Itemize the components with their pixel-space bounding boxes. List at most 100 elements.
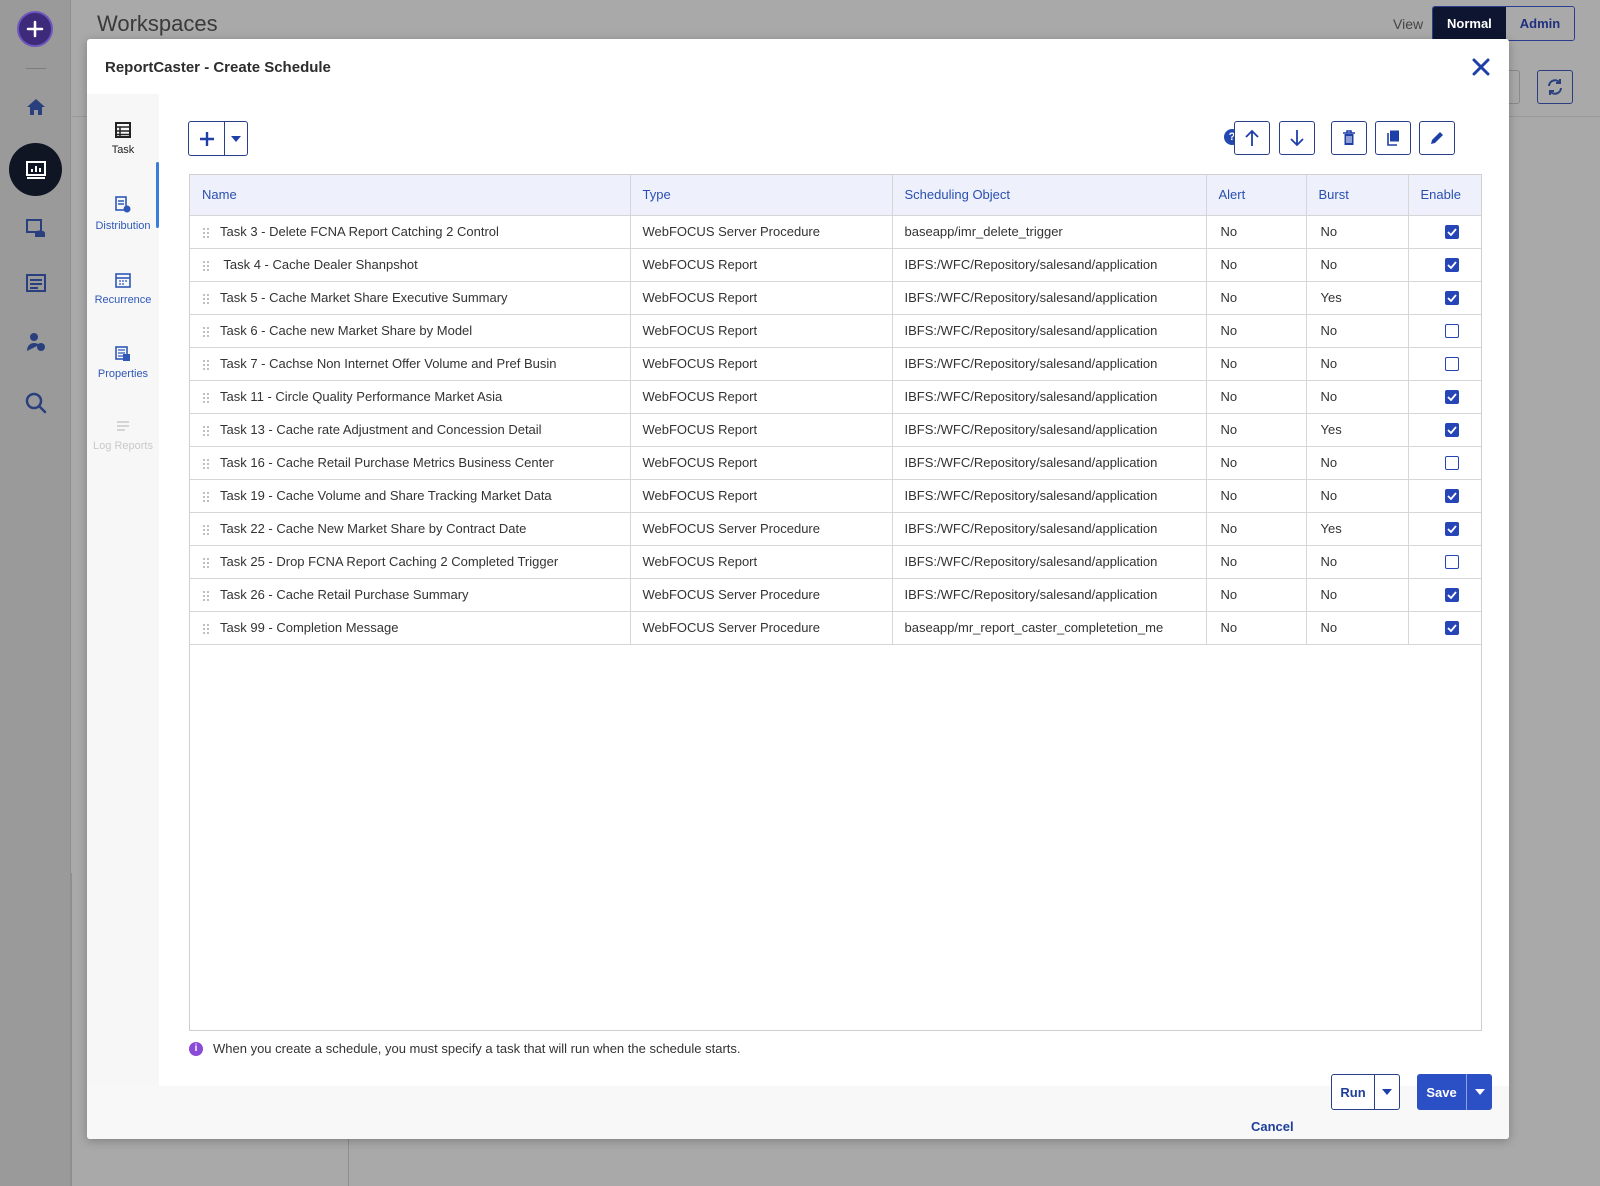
enable-checkbox[interactable]: [1444, 489, 1459, 504]
column-header-type[interactable]: Type: [630, 175, 893, 216]
scheduling-object-cell: IBFS:/WFC/Repository/salesand/applicatio…: [892, 413, 1207, 447]
column-header-name[interactable]: Name: [190, 175, 631, 216]
burst-cell-text: No: [1320, 554, 1338, 569]
enable-checkbox[interactable]: [1444, 621, 1459, 636]
drag-handle-icon[interactable]: [202, 556, 210, 569]
enable-cell: [1408, 248, 1481, 282]
scheduling-object-cell: IBFS:/WFC/Repository/salesand/applicatio…: [892, 512, 1207, 546]
caret-down-icon: [1382, 1089, 1392, 1095]
column-header-alert[interactable]: Alert: [1206, 175, 1307, 216]
save-dropdown[interactable]: [1467, 1074, 1492, 1110]
task-type-cell: WebFOCUS Report: [630, 248, 893, 282]
rail-search[interactable]: [0, 383, 71, 423]
view-normal-button[interactable]: Normal: [1433, 7, 1506, 40]
alert-cell: No: [1206, 281, 1307, 315]
task-name-cell-text: Task 22 - Cache New Market Share by Cont…: [220, 521, 527, 536]
task-type-cell-text: WebFOCUS Server Procedure: [642, 620, 821, 635]
move-down-icon: [1290, 130, 1304, 147]
table-row[interactable]: Task 26 - Cache Retail Purchase Summary W…: [190, 578, 1481, 612]
drag-handle-icon[interactable]: [202, 358, 210, 371]
table-row[interactable]: Task 25 - Drop FCNA Report Caching 2 Com…: [190, 545, 1481, 579]
column-header-enable[interactable]: Enable: [1408, 175, 1481, 216]
nav-item-recurrence[interactable]: Recurrence: [87, 272, 159, 306]
table-row[interactable]: Task 3 - Delete FCNA Report Catching 2 C…: [190, 215, 1481, 249]
table-row[interactable]: Task 11 - Circle Quality Performance Mar…: [190, 380, 1481, 414]
scheduling-object-cell: IBFS:/WFC/Repository/salesand/applicatio…: [892, 545, 1207, 579]
rail-home[interactable]: [0, 87, 71, 127]
scheduling-object-cell: baseapp/imr_delete_trigger: [892, 215, 1207, 249]
drag-handle-icon[interactable]: [202, 424, 210, 437]
task-name-cell: Task 26 - Cache Retail Purchase Summary: [190, 578, 631, 612]
rail-content[interactable]: [0, 208, 71, 248]
add-task-dropdown[interactable]: [225, 122, 247, 155]
nav-item-properties[interactable]: Properties: [87, 346, 159, 380]
table-row[interactable]: Task 13 - Cache rate Adjustment and Conc…: [190, 413, 1481, 447]
run-button[interactable]: Run: [1332, 1075, 1375, 1109]
run-dropdown[interactable]: [1375, 1075, 1399, 1109]
rail-reports-active[interactable]: [9, 143, 62, 196]
drag-handle-icon[interactable]: [202, 457, 210, 470]
cancel-button[interactable]: Cancel: [1251, 1119, 1294, 1134]
scheduling-object-cell-text: IBFS:/WFC/Repository/salesand/applicatio…: [904, 554, 1158, 569]
add-task-button[interactable]: [189, 122, 225, 155]
drag-handle-icon[interactable]: [202, 523, 210, 536]
enable-cell: [1408, 215, 1481, 249]
table-row[interactable]: Task 99 - Completion Message WebFOCUS Ser…: [190, 611, 1481, 645]
copy-icon: [1387, 130, 1399, 146]
table-row[interactable]: Task 22 - Cache New Market Share by Cont…: [190, 512, 1481, 546]
alert-cell-text: No: [1220, 521, 1238, 536]
drag-handle-icon[interactable]: [202, 589, 210, 602]
create-button[interactable]: [17, 11, 53, 47]
table-row[interactable]: Task 6 - Cache new Market Share by Model…: [190, 314, 1481, 348]
drag-handle-icon[interactable]: [202, 490, 210, 503]
drag-handle-icon[interactable]: [202, 292, 210, 305]
table-row[interactable]: Task 7 - Cachse Non Internet Offer Volum…: [190, 347, 1481, 381]
task-type-cell: WebFOCUS Report: [630, 545, 893, 579]
enable-checkbox[interactable]: [1444, 588, 1459, 603]
task-type-cell: WebFOCUS Report: [630, 281, 893, 315]
enable-checkbox[interactable]: [1444, 522, 1459, 537]
enable-checkbox[interactable]: [1444, 456, 1459, 471]
save-button[interactable]: Save: [1417, 1074, 1467, 1110]
enable-checkbox[interactable]: [1444, 324, 1459, 339]
enable-checkbox[interactable]: [1444, 390, 1459, 405]
nav-item-task[interactable]: Task: [87, 122, 159, 156]
task-name-cell-text: Task 4 - Cache Dealer Shanpshot: [220, 257, 418, 272]
enable-checkbox[interactable]: [1444, 555, 1459, 570]
enable-checkbox[interactable]: [1444, 225, 1459, 240]
column-header-burst[interactable]: Burst: [1306, 175, 1409, 216]
task-name-cell: Task 99 - Completion Message: [190, 611, 631, 645]
drag-handle-icon[interactable]: [202, 622, 210, 635]
scheduling-object-cell-text: IBFS:/WFC/Repository/salesand/applicatio…: [904, 455, 1158, 470]
delete-button[interactable]: [1331, 121, 1367, 155]
enable-checkbox[interactable]: [1444, 357, 1459, 372]
edit-button[interactable]: [1419, 121, 1455, 155]
drag-handle-icon[interactable]: [202, 391, 210, 404]
table-row[interactable]: Task 5 - Cache Market Share Executive Su…: [190, 281, 1481, 315]
move-up-button[interactable]: [1234, 121, 1270, 155]
task-icon: [115, 122, 131, 138]
close-button[interactable]: [1467, 53, 1495, 81]
drag-handle-icon[interactable]: [202, 259, 210, 272]
search-icon: [25, 392, 46, 414]
table-row[interactable]: Task 4 - Cache Dealer Shanpshot WebFOCUS …: [190, 248, 1481, 282]
table-row[interactable]: Task 16 - Cache Retail Purchase Metrics …: [190, 446, 1481, 480]
copy-button[interactable]: [1375, 121, 1411, 155]
enable-checkbox[interactable]: [1444, 258, 1459, 273]
alert-cell-text: No: [1220, 224, 1238, 239]
rail-user-settings[interactable]: [0, 322, 71, 362]
move-down-button[interactable]: [1279, 121, 1315, 155]
checkmark-icon: [1446, 426, 1457, 435]
view-admin-button[interactable]: Admin: [1505, 7, 1575, 40]
rail-explorer[interactable]: [0, 264, 71, 304]
edit-icon: [1431, 132, 1443, 144]
add-task-split-button: [188, 121, 248, 156]
refresh-button[interactable]: [1537, 70, 1573, 104]
nav-item-distribution[interactable]: Distribution: [87, 196, 159, 232]
drag-handle-icon[interactable]: [202, 325, 210, 338]
column-header-scheduling-object[interactable]: Scheduling Object: [892, 175, 1207, 216]
table-row[interactable]: Task 19 - Cache Volume and Share Trackin…: [190, 479, 1481, 513]
enable-checkbox[interactable]: [1444, 291, 1459, 306]
enable-checkbox[interactable]: [1444, 423, 1459, 438]
drag-handle-icon[interactable]: [202, 226, 210, 239]
